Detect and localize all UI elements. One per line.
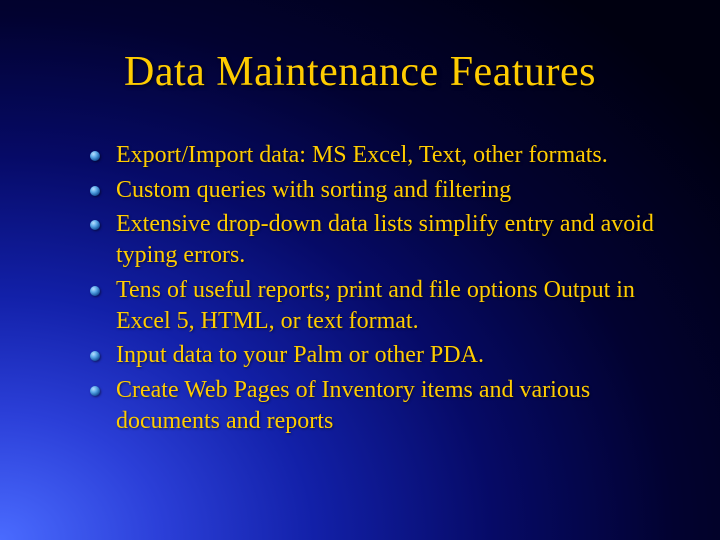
slide: Data Maintenance Features Export/Import … bbox=[0, 0, 720, 540]
bullet-text: Create Web Pages of Inventory items and … bbox=[116, 375, 670, 436]
bullet-text: Export/Import data: MS Excel, Text, othe… bbox=[116, 140, 670, 171]
bullet-text: Input data to your Palm or other PDA. bbox=[116, 340, 670, 371]
list-item: Extensive drop-down data lists simplify … bbox=[90, 209, 670, 270]
bullet-icon bbox=[90, 386, 100, 396]
list-item: Export/Import data: MS Excel, Text, othe… bbox=[90, 140, 670, 171]
bullet-icon bbox=[90, 186, 100, 196]
bullet-icon bbox=[90, 151, 100, 161]
list-item: Create Web Pages of Inventory items and … bbox=[90, 375, 670, 436]
slide-title: Data Maintenance Features bbox=[0, 48, 720, 96]
bullet-icon bbox=[90, 286, 100, 296]
bullet-text: Extensive drop-down data lists simplify … bbox=[116, 209, 670, 270]
bullet-icon bbox=[90, 220, 100, 230]
bullet-text: Tens of useful reports; print and file o… bbox=[116, 275, 670, 336]
bullet-icon bbox=[90, 351, 100, 361]
bullet-list: Export/Import data: MS Excel, Text, othe… bbox=[90, 140, 670, 440]
list-item: Custom queries with sorting and filterin… bbox=[90, 175, 670, 206]
bullet-text: Custom queries with sorting and filterin… bbox=[116, 175, 670, 206]
list-item: Tens of useful reports; print and file o… bbox=[90, 275, 670, 336]
list-item: Input data to your Palm or other PDA. bbox=[90, 340, 670, 371]
